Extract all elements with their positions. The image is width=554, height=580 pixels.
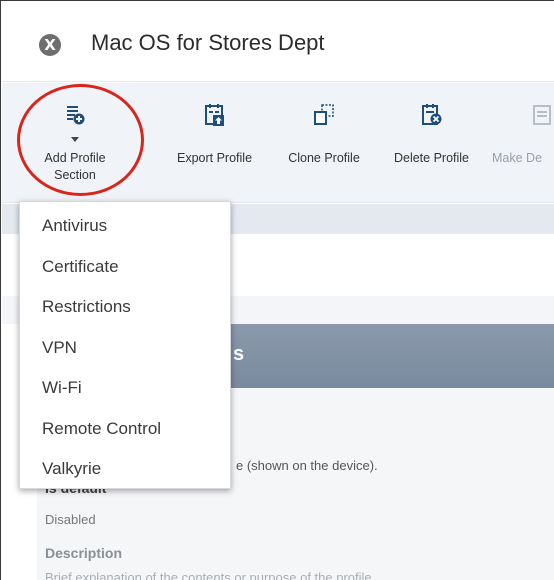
- page-title: Mac OS for Stores Dept: [91, 30, 325, 55]
- menu-item-valkyrie[interactable]: Valkyrie: [42, 459, 101, 479]
- menu-item-antivirus[interactable]: Antivirus: [42, 216, 107, 236]
- menu-item-restrictions[interactable]: Restrictions: [42, 297, 131, 317]
- delete-icon: [421, 104, 441, 125]
- make-default-icon: [533, 105, 551, 125]
- section-header-title: s: [233, 343, 245, 365]
- menu-item-certificate[interactable]: Certificate: [42, 257, 119, 277]
- delete-profile-label: Delete Profile: [393, 151, 470, 165]
- make-default-label: Make De: [492, 151, 543, 165]
- highlight-circle: [17, 84, 144, 196]
- make-default-button[interactable]: Make De: [492, 83, 554, 203]
- name-hint-text: e (shown on the device).: [236, 458, 378, 473]
- menu-item-wifi[interactable]: Wi-Fi: [42, 378, 82, 398]
- menu-item-remote-control[interactable]: Remote Control: [42, 419, 161, 439]
- description-value: Brief explanation of the contents or pur…: [45, 570, 372, 580]
- macos-x-icon: X: [39, 34, 61, 56]
- delete-profile-button[interactable]: Delete Profile: [379, 83, 484, 203]
- export-profile-button[interactable]: Export Profile: [162, 83, 267, 203]
- clone-icon: [314, 104, 334, 125]
- clone-profile-button[interactable]: Clone Profile: [274, 83, 374, 203]
- description-label: Description: [45, 545, 123, 561]
- export-icon: [204, 104, 224, 126]
- export-profile-label: Export Profile: [176, 151, 253, 165]
- menu-item-vpn[interactable]: VPN: [42, 338, 77, 358]
- add-section-dropdown-menu: Antivirus Certificate Restrictions VPN W…: [19, 201, 231, 489]
- clone-profile-label: Clone Profile: [288, 151, 360, 165]
- title-bar: X Mac OS for Stores Dept: [2, 2, 554, 82]
- is-default-value: Disabled: [45, 512, 96, 527]
